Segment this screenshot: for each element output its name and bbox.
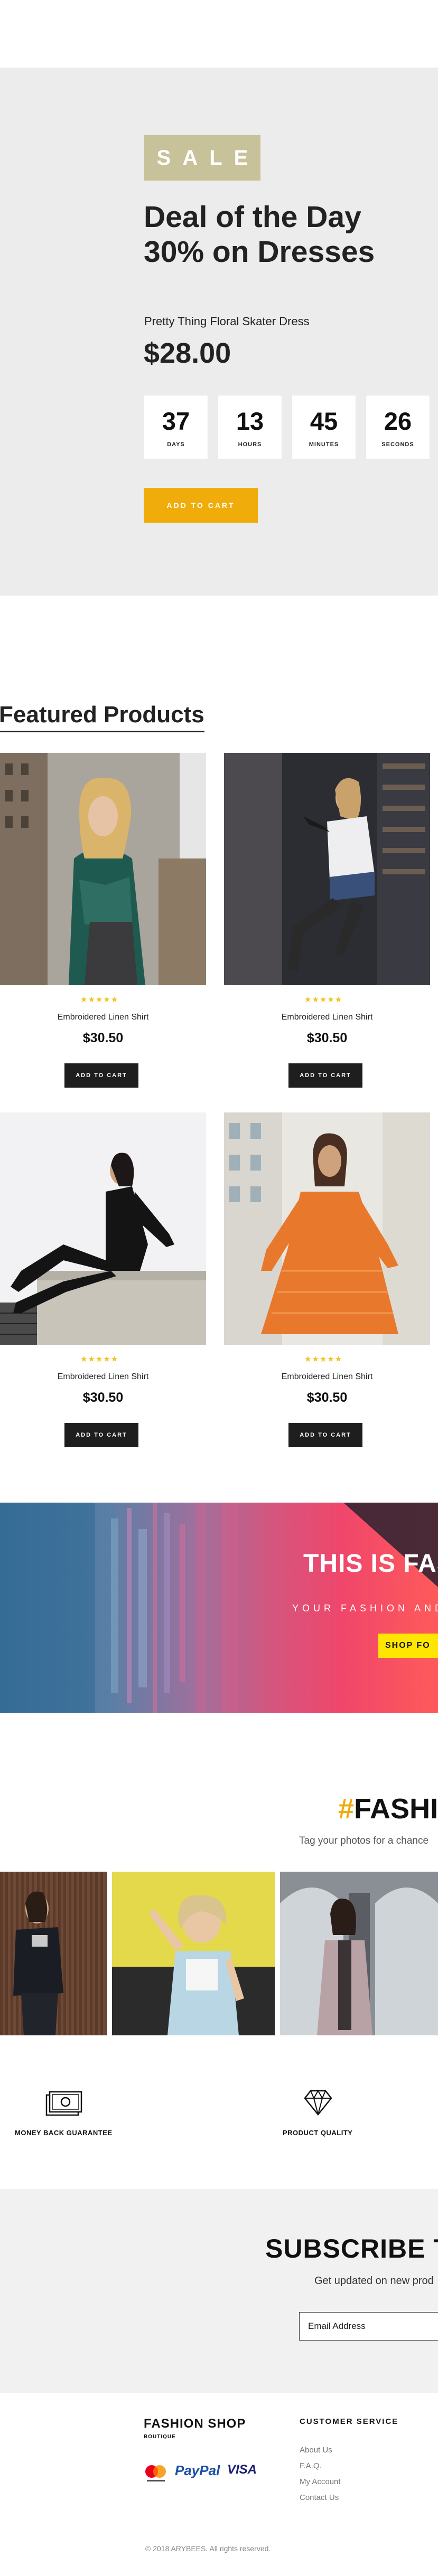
add-to-cart-button[interactable]: ADD TO CART	[64, 1063, 138, 1088]
hash-symbol: #	[338, 1793, 355, 1825]
banner-title: THIS IS FAS	[303, 1550, 438, 1578]
countdown-minutes-label: MINUTES	[309, 441, 339, 448]
banner-subtitle: YOUR FASHION AND	[292, 1603, 438, 1613]
instagram-photo[interactable]	[112, 1872, 275, 2035]
product-card[interactable]: ★★★★★ Embroidered Linen Shirt $30.50 ADD…	[224, 753, 430, 1088]
countdown-hours: 13 HOURS	[218, 395, 282, 459]
countdown-hours-value: 13	[236, 407, 264, 435]
product-card[interactable]: ★★★★★ Embroidered Linen Shirt $30.50 ADD…	[0, 753, 206, 1088]
countdown-seconds: 26 SECONDS	[366, 395, 430, 459]
countdown-minutes: 45 MINUTES	[292, 395, 356, 459]
deal-title-line1: Deal of the Day	[144, 200, 361, 234]
product-card[interactable]: ★★★★★ Embroidered Linen Shirt $30.50 ADD…	[0, 1112, 206, 1447]
product-price: $30.50	[306, 1031, 348, 1045]
money-icon	[45, 2090, 83, 2120]
countdown-minutes-value: 45	[310, 407, 338, 435]
footer-link-faq[interactable]: F.A.Q.	[300, 2461, 322, 2470]
shop-now-button[interactable]: SHOP FO	[378, 1634, 438, 1658]
diamond-icon	[303, 2089, 333, 2119]
add-to-cart-button[interactable]: ADD TO CART	[288, 1423, 362, 1447]
rating-stars: ★★★★★	[80, 1355, 119, 1364]
countdown-seconds-value: 26	[384, 407, 412, 435]
instagram-title: #FASHI	[338, 1792, 438, 1825]
product-price: $30.50	[306, 1390, 348, 1405]
product-image[interactable]	[0, 1112, 206, 1345]
countdown-days-label: DAYS	[167, 441, 185, 448]
deal-title: Deal of the Day 30% on Dresses	[144, 200, 438, 269]
copyright: © 2018 ARYBEES. All rights reserved.	[145, 2544, 271, 2553]
sale-badge: SALE	[144, 135, 260, 181]
product-name[interactable]: Embroidered Linen Shirt	[0, 1013, 206, 1022]
add-to-cart-button[interactable]: ADD TO CART	[288, 1063, 362, 1088]
footer-tagline: BOUTIQUE	[144, 2434, 176, 2440]
add-to-cart-button[interactable]: ADD TO CART	[64, 1423, 138, 1447]
rating-stars: ★★★★★	[304, 995, 343, 1004]
deal-price: $28.00	[144, 337, 231, 369]
paypal-label: PayPal	[175, 2462, 220, 2478]
instagram-photo[interactable]	[0, 1872, 107, 2035]
mastercard-icon	[144, 2463, 168, 2487]
product-name[interactable]: Embroidered Linen Shirt	[224, 1372, 430, 1382]
visa-label: VISA	[227, 2462, 257, 2477]
money-back-guarantee-label: MONEY BACK GUARANTEE	[15, 2129, 113, 2137]
instagram-photo[interactable]	[280, 1872, 438, 2035]
rating-stars: ★★★★★	[304, 1355, 343, 1364]
subscribe-subtitle: Get updated on new prod	[314, 2275, 434, 2287]
instagram-subtitle: Tag your photos for a chance	[299, 1835, 429, 1846]
footer-link-about[interactable]: About Us	[300, 2446, 332, 2455]
product-image[interactable]	[0, 753, 206, 985]
customer-service-heading: CUSTOMER SERVICE	[300, 2417, 399, 2426]
product-price: $30.50	[82, 1031, 124, 1045]
product-image[interactable]	[224, 753, 430, 985]
countdown-seconds-label: SECONDS	[381, 441, 414, 448]
countdown-hours-label: HOURS	[238, 441, 262, 448]
product-image[interactable]	[224, 1112, 430, 1345]
instagram-title-text: FASHI	[354, 1793, 438, 1825]
product-name[interactable]: Embroidered Linen Shirt	[224, 1013, 430, 1022]
subscribe-title: SUBSCRIBE TO	[265, 2234, 438, 2263]
deal-section: SALE Deal of the Day 30% on Dresses Pret…	[0, 68, 438, 596]
deal-add-to-cart-button[interactable]: ADD TO CART	[144, 488, 258, 523]
product-name[interactable]: Embroidered Linen Shirt	[0, 1372, 206, 1382]
footer-link-account[interactable]: My Account	[300, 2477, 341, 2486]
footer-brand[interactable]: FASHION SHOP	[144, 2417, 246, 2431]
deal-title-line2: 30% on Dresses	[144, 235, 375, 269]
promo-banner: THIS IS FAS YOUR FASHION AND SHOP FO	[0, 1503, 438, 1713]
footer-link-contact[interactable]: Contact Us	[300, 2493, 339, 2502]
paypal-logo: PayPal	[175, 2462, 220, 2479]
rating-stars: ★★★★★	[80, 995, 119, 1004]
deal-product-name: Pretty Thing Floral Skater Dress	[144, 315, 310, 328]
visa-logo: VISA	[227, 2462, 257, 2477]
product-price: $30.50	[82, 1390, 124, 1405]
countdown-days-value: 37	[162, 407, 190, 435]
subscribe-section: SUBSCRIBE TO Get updated on new prod	[0, 2189, 438, 2393]
email-input[interactable]	[299, 2312, 438, 2341]
product-quality-label: PRODUCT QUALITY	[283, 2129, 353, 2137]
product-card[interactable]: ★★★★★ Embroidered Linen Shirt $30.50 ADD…	[224, 1112, 430, 1447]
countdown-days: 37 DAYS	[144, 395, 208, 459]
featured-products-title: Featured Products	[0, 701, 204, 732]
